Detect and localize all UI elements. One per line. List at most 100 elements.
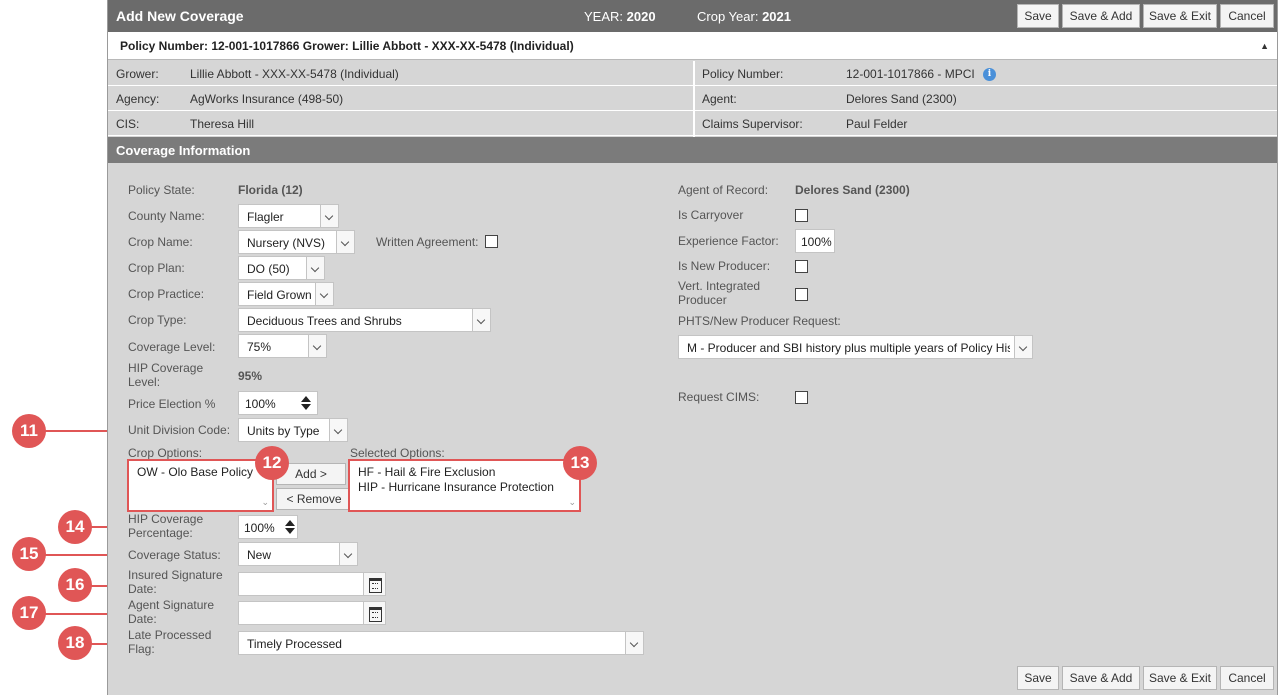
hip-percentage-label: HIP Coverage Percentage: <box>128 512 204 540</box>
phts-select-value: M - Producer and SBI history plus multip… <box>687 341 1010 355</box>
crop-practice-label: Crop Practice: <box>128 287 205 301</box>
cancel-button-bottom[interactable]: Cancel <box>1220 666 1274 690</box>
spinner-arrows-icon[interactable] <box>279 516 297 538</box>
chevron-down-icon <box>625 632 643 654</box>
coverage-status-select[interactable]: New <box>238 542 358 566</box>
crop-practice-select-value: Field Grown <box>247 288 312 302</box>
info-icon[interactable]: i <box>983 68 996 81</box>
callout-15-badge: 15 <box>12 537 46 571</box>
insured-signature-label: Insured Signature Date: <box>128 568 223 596</box>
info-divider <box>693 61 695 137</box>
written-agreement-label: Written Agreement: <box>376 235 479 249</box>
crop-type-select[interactable]: Deciduous Trees and Shrubs <box>238 308 491 332</box>
spinner-arrows-icon[interactable] <box>295 392 317 414</box>
save-add-button-top[interactable]: Save & Add <box>1062 4 1140 28</box>
request-cims-checkbox[interactable] <box>795 391 808 404</box>
chevron-down-icon <box>315 283 333 305</box>
crop-year-display: Crop Year: 2021 <box>697 9 791 24</box>
save-button-bottom[interactable]: Save <box>1017 666 1059 690</box>
is-new-producer-label: Is New Producer: <box>678 259 771 273</box>
callout-16-badge: 16 <box>58 568 92 602</box>
agent-value: Delores Sand (2300) <box>846 92 957 106</box>
collapse-arrow-icon[interactable]: ▲ <box>1260 41 1269 51</box>
year-display: YEAR: 2020 <box>584 9 656 24</box>
request-cims-label: Request CIMS: <box>678 390 760 404</box>
county-select[interactable]: Flagler <box>238 204 339 228</box>
cancel-button-top[interactable]: Cancel <box>1220 4 1274 28</box>
is-carryover-label: Is Carryover <box>678 208 744 222</box>
claims-supervisor-label: Claims Supervisor: <box>702 117 803 131</box>
crop-plan-select-value: DO (50) <box>247 262 290 276</box>
experience-factor-value: 100% <box>801 235 832 249</box>
agency-value: AgWorks Insurance (498-50) <box>190 92 344 106</box>
policy-number-value: 12-001-1017866 - MPCI <box>846 67 975 81</box>
experience-factor-label: Experience Factor: <box>678 234 779 248</box>
chevron-down-icon <box>320 205 338 227</box>
coverage-status-select-value: New <box>247 548 272 562</box>
insured-signature-date-input[interactable] <box>238 572 386 596</box>
agency-label: Agency: <box>116 92 160 106</box>
late-processed-select[interactable]: Timely Processed <box>238 631 644 655</box>
crop-name-select[interactable]: Nursery (NVS) <box>238 230 355 254</box>
unit-division-select[interactable]: Units by Type <box>238 418 348 442</box>
chevron-down-icon <box>472 309 490 331</box>
list-scroll-arrow-icon[interactable]: ⌄ <box>261 497 269 508</box>
callout-11-badge: 11 <box>12 414 46 448</box>
callout-12-badge: 12 <box>255 446 289 480</box>
calendar-icon[interactable] <box>363 602 385 624</box>
is-new-producer-checkbox[interactable] <box>795 260 808 273</box>
callout-14-badge: 14 <box>58 510 92 544</box>
crop-type-select-value: Deciduous Trees and Shrubs <box>247 314 402 328</box>
selected-option-item[interactable]: HF - Hail & Fire Exclusion <box>358 465 495 479</box>
chevron-down-icon <box>336 231 354 253</box>
chevron-down-icon <box>308 335 326 357</box>
save-button-top[interactable]: Save <box>1017 4 1059 28</box>
written-agreement-checkbox[interactable] <box>485 235 498 248</box>
price-election-input[interactable]: 100% <box>238 391 318 415</box>
agent-label: Agent: <box>702 92 737 106</box>
price-election-label: Price Election % <box>128 397 216 411</box>
policy-summary-text: Policy Number: 12-001-1017866 Grower: Li… <box>120 39 574 53</box>
crop-type-label: Crop Type: <box>128 313 187 327</box>
hip-percentage-value: 100% <box>244 521 275 535</box>
policy-summary-bar[interactable]: Policy Number: 12-001-1017866 Grower: Li… <box>108 32 1277 60</box>
section-title: Coverage Information <box>116 143 251 158</box>
chevron-down-icon <box>329 419 347 441</box>
save-exit-button-bottom[interactable]: Save & Exit <box>1143 666 1217 690</box>
list-scroll-arrow-icon[interactable]: ⌄ <box>568 497 576 508</box>
late-processed-label: Late Processed Flag: <box>128 628 212 656</box>
grower-label: Grower: <box>116 67 159 81</box>
hip-coverage-level-value: 95% <box>238 369 263 383</box>
phts-label: PHTS/New Producer Request: <box>678 314 841 328</box>
callout-17-badge: 17 <box>12 596 46 630</box>
crop-options-list[interactable]: OW - Olo Base Policy ⌄ <box>127 459 274 512</box>
grower-value: Lillie Abbott - XXX-XX-5478 (Individual) <box>190 67 399 81</box>
remove-option-button[interactable]: < Remove <box>276 488 352 510</box>
selected-option-item[interactable]: HIP - Hurricane Insurance Protection <box>358 480 554 494</box>
hip-coverage-level-label: HIP Coverage Level: <box>128 361 204 389</box>
coverage-level-select-value: 75% <box>247 340 272 354</box>
save-exit-button-top[interactable]: Save & Exit <box>1143 4 1217 28</box>
hip-percentage-input[interactable]: 100% <box>238 515 298 539</box>
experience-factor-input[interactable]: 100% <box>795 229 835 253</box>
crop-plan-select[interactable]: DO (50) <box>238 256 325 280</box>
crop-option-item[interactable]: OW - Olo Base Policy <box>137 465 253 479</box>
coverage-level-select[interactable]: 75% <box>238 334 327 358</box>
crop-practice-select[interactable]: Field Grown <box>238 282 334 306</box>
agent-of-record-label: Agent of Record: <box>678 183 769 197</box>
agent-signature-label: Agent Signature Date: <box>128 598 215 626</box>
is-carryover-checkbox[interactable] <box>795 209 808 222</box>
phts-select[interactable]: M - Producer and SBI history plus multip… <box>678 335 1033 359</box>
vert-integrated-label: Vert. Integrated Producer <box>678 279 761 307</box>
policy-state-label: Policy State: <box>128 183 195 197</box>
vert-integrated-checkbox[interactable] <box>795 288 808 301</box>
agent-signature-date-input[interactable] <box>238 601 386 625</box>
calendar-icon[interactable] <box>363 573 385 595</box>
crop-plan-label: Crop Plan: <box>128 261 185 275</box>
chevron-down-icon <box>306 257 324 279</box>
callout-13-badge: 13 <box>563 446 597 480</box>
selected-options-list[interactable]: HF - Hail & Fire Exclusion HIP - Hurrica… <box>348 459 581 512</box>
agent-of-record-value: Delores Sand (2300) <box>795 183 910 197</box>
unit-division-select-value: Units by Type <box>247 424 320 438</box>
save-add-button-bottom[interactable]: Save & Add <box>1062 666 1140 690</box>
